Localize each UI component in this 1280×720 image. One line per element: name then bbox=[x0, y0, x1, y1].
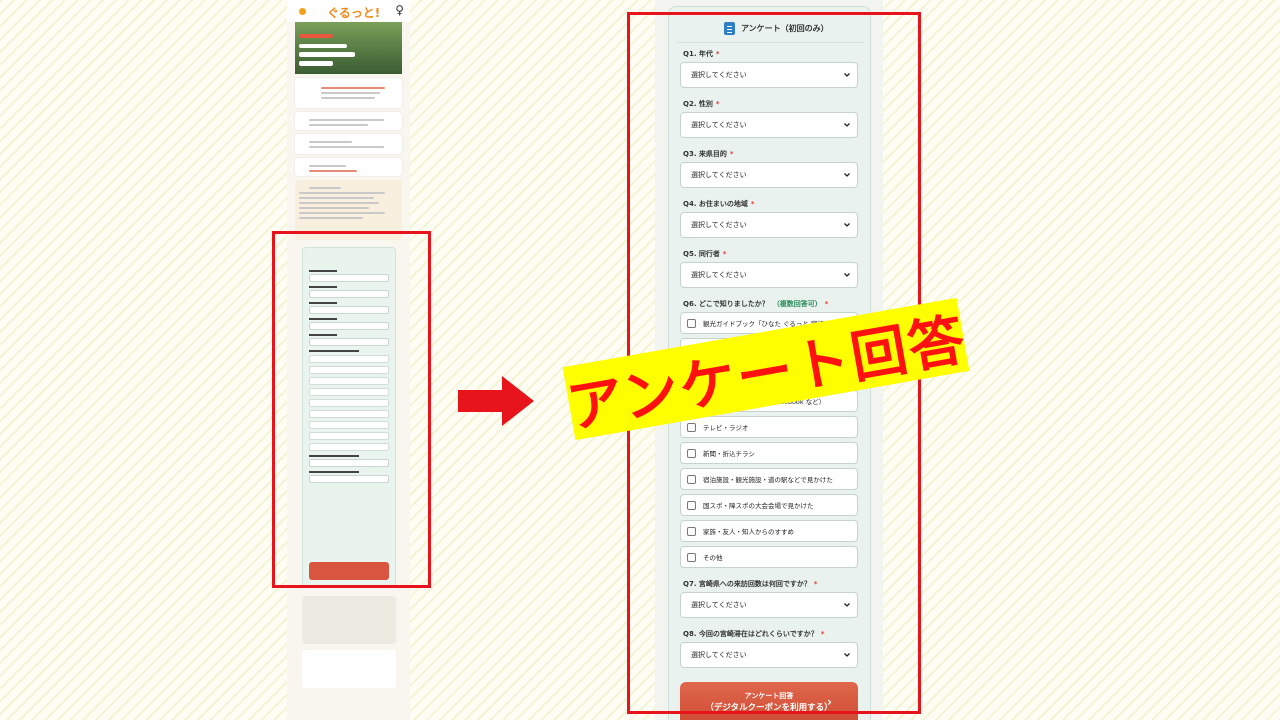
thumbnail-header: ぐるっと! ♀ bbox=[287, 0, 410, 22]
q2-gender-select[interactable]: 選択してください bbox=[680, 112, 858, 138]
q3-purpose-select[interactable]: 選択してください bbox=[680, 162, 858, 188]
chevron-down-icon bbox=[844, 273, 850, 277]
q8-stay-length-select[interactable]: 選択してください bbox=[680, 642, 858, 668]
q5-companion-select[interactable]: 選択してください bbox=[680, 262, 858, 288]
thumbnail-contact-card bbox=[302, 650, 396, 688]
checkbox-icon bbox=[687, 526, 696, 536]
divider bbox=[677, 42, 864, 43]
checkbox-icon bbox=[687, 422, 696, 432]
chevron-down-icon bbox=[844, 653, 850, 657]
checkbox-icon bbox=[687, 500, 696, 510]
q6-option-checkbox[interactable]: 新聞・折込チラシ bbox=[680, 442, 858, 464]
thumbnail-coupon-card bbox=[295, 112, 402, 130]
chevron-down-icon bbox=[844, 603, 850, 607]
q6-option-checkbox[interactable]: 宿泊施設・観光施設・道の駅などで見かけた bbox=[680, 468, 858, 490]
chevron-down-icon bbox=[844, 73, 850, 77]
checkbox-icon bbox=[687, 318, 696, 328]
q4-region-select[interactable]: 選択してください bbox=[680, 212, 858, 238]
thumbnail-mascot-icon: ♀ bbox=[395, 3, 404, 17]
chevron-down-icon bbox=[844, 123, 850, 127]
checkbox-icon bbox=[687, 474, 696, 484]
q7-label: Q7. 宮崎県への来訪回数は何回ですか？ * bbox=[683, 580, 818, 588]
q6-option-checkbox[interactable]: 家族・友人・知人からのすすめ bbox=[680, 520, 858, 542]
thumbnail-period-card bbox=[295, 158, 402, 176]
right-arrow-icon bbox=[458, 376, 534, 426]
survey-title: アンケート（初回のみ） bbox=[724, 19, 829, 37]
chevron-down-icon bbox=[844, 173, 850, 177]
q6-label: Q6. どこで知りましたか？ （複数回答可） * bbox=[683, 300, 829, 308]
thumbnail-intro-card bbox=[295, 78, 402, 108]
chevron-down-icon bbox=[844, 223, 850, 227]
q5-label: Q5. 同行者 * bbox=[683, 250, 727, 258]
checkbox-icon bbox=[687, 552, 696, 562]
thumbnail-logo: ぐるっと! bbox=[327, 6, 381, 20]
clipboard-icon bbox=[724, 21, 735, 35]
thumbnail-menu-icon bbox=[299, 8, 306, 15]
submit-survey-button[interactable]: アンケート回答 （デジタルクーポンを利用する） › bbox=[680, 682, 858, 720]
thumbnail-data-usage-card bbox=[302, 596, 396, 644]
highlight-frame-small bbox=[272, 231, 431, 588]
checkbox-icon bbox=[687, 448, 696, 458]
thumbnail-usage-card bbox=[295, 134, 402, 154]
q8-label: Q8. 今回の宮崎滞在はどれくらいですか？ * bbox=[683, 630, 825, 638]
chevron-right-icon: › bbox=[827, 695, 832, 709]
q6-option-checkbox[interactable]: その他 bbox=[680, 546, 858, 568]
thumbnail-hero-banner bbox=[295, 22, 402, 74]
q2-label: Q2. 性別 * bbox=[683, 100, 720, 108]
q7-visit-count-select[interactable]: 選択してください bbox=[680, 592, 858, 618]
q6-option-checkbox[interactable]: 国スポ・障スポの大会会場で見かけた bbox=[680, 494, 858, 516]
q1-label: Q1. 年代 * bbox=[683, 50, 720, 58]
survey-title-text: アンケート（初回のみ） bbox=[741, 23, 829, 33]
q3-label: Q3. 来県目的 * bbox=[683, 150, 734, 158]
q4-label: Q4. お住まいの地域 * bbox=[683, 200, 755, 208]
q1-age-select[interactable]: 選択してください bbox=[680, 62, 858, 88]
